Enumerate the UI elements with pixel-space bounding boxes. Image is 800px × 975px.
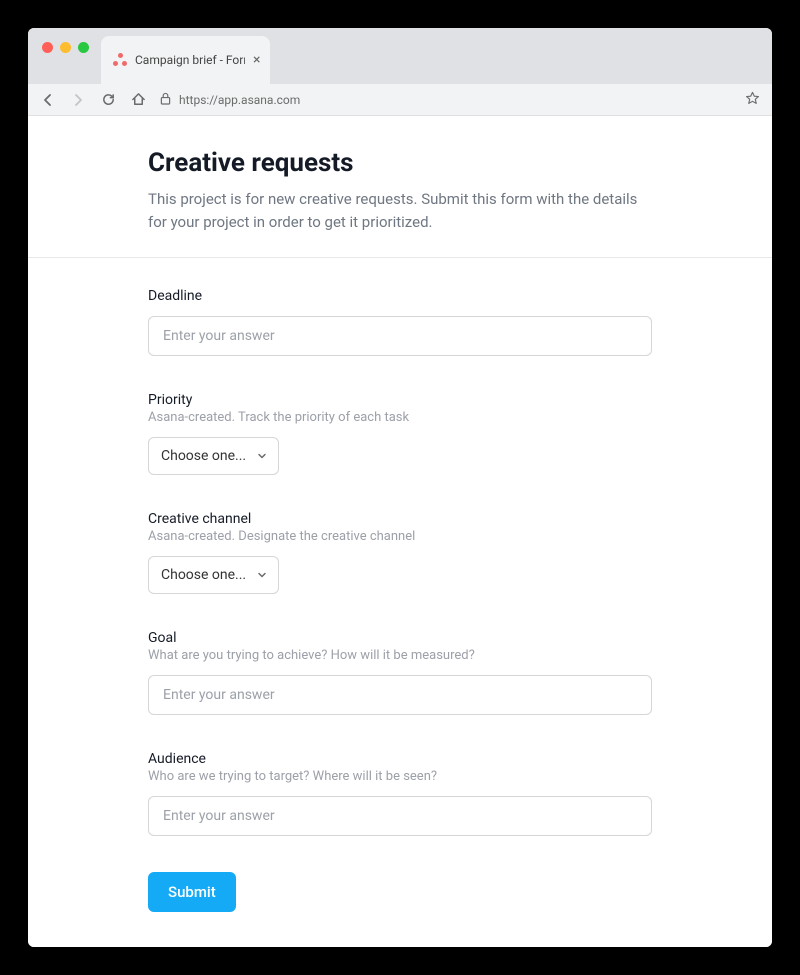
forward-button[interactable] [70, 92, 86, 108]
chevron-down-icon [256, 569, 268, 581]
browser-tab[interactable]: Campaign brief - Form by As × [101, 36, 270, 84]
home-button[interactable] [130, 92, 146, 108]
address-bar: https://app.asana.com [28, 84, 772, 116]
page-title: Creative requests [148, 148, 652, 178]
field-hint-channel: Asana-created. Designate the creative ch… [148, 529, 652, 544]
field-audience: Audience Who are we trying to target? Wh… [148, 751, 652, 836]
close-tab-icon[interactable]: × [253, 52, 260, 68]
field-label-priority: Priority [148, 392, 652, 408]
page-content: Creative requests This project is for ne… [28, 116, 772, 947]
audience-input[interactable] [148, 796, 652, 836]
field-channel: Creative channel Asana-created. Designat… [148, 511, 652, 594]
reload-button[interactable] [100, 92, 116, 108]
asana-icon [113, 53, 127, 67]
priority-select[interactable]: Choose one... [148, 437, 279, 475]
browser-window: Campaign brief - Form by As × https://ap… [28, 28, 772, 947]
maximize-window-button[interactable] [78, 42, 89, 53]
window-controls [28, 28, 101, 53]
field-label-goal: Goal [148, 630, 652, 646]
field-deadline: Deadline [148, 288, 652, 356]
field-hint-goal: What are you trying to achieve? How will… [148, 648, 652, 663]
field-label-channel: Creative channel [148, 511, 652, 527]
minimize-window-button[interactable] [60, 42, 71, 53]
page-description: This project is for new creative request… [148, 188, 652, 233]
form-body: Deadline Priority Asana-created. Track t… [28, 258, 772, 947]
lock-icon [160, 92, 171, 108]
tab-title: Campaign brief - Form by As [135, 53, 245, 67]
url-area[interactable]: https://app.asana.com [160, 91, 760, 109]
field-goal: Goal What are you trying to achieve? How… [148, 630, 652, 715]
channel-select[interactable]: Choose one... [148, 556, 279, 594]
field-hint-audience: Who are we trying to target? Where will … [148, 769, 652, 784]
bookmark-star-icon[interactable] [745, 91, 760, 109]
deadline-input[interactable] [148, 316, 652, 356]
channel-select-value: Choose one... [161, 567, 246, 583]
field-label-deadline: Deadline [148, 288, 652, 304]
page-header: Creative requests This project is for ne… [28, 116, 772, 258]
url-text: https://app.asana.com [179, 93, 300, 107]
back-button[interactable] [40, 92, 56, 108]
close-window-button[interactable] [42, 42, 53, 53]
submit-button[interactable]: Submit [148, 872, 236, 912]
title-bar: Campaign brief - Form by As × [28, 28, 772, 84]
field-label-audience: Audience [148, 751, 652, 767]
field-priority: Priority Asana-created. Track the priori… [148, 392, 652, 475]
field-hint-priority: Asana-created. Track the priority of eac… [148, 410, 652, 425]
chevron-down-icon [256, 450, 268, 462]
priority-select-value: Choose one... [161, 448, 246, 464]
goal-input[interactable] [148, 675, 652, 715]
